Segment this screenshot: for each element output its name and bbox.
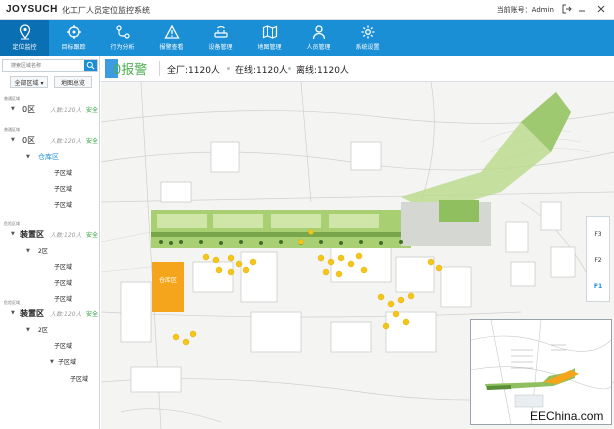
- nav-label: 报警查看: [159, 44, 184, 51]
- expand-arrow-icon[interactable]: ▼: [26, 248, 30, 254]
- status-safe: 安全: [86, 232, 99, 239]
- tree-node-region[interactable]: 0区: [22, 104, 35, 115]
- warning-icon: [163, 24, 180, 39]
- tree-node-zone[interactable]: 2区: [38, 246, 48, 255]
- nav-behavior-analysis[interactable]: 行为分析: [98, 20, 147, 56]
- expand-arrow-icon[interactable]: ▼: [50, 359, 54, 365]
- nav-location-monitor[interactable]: 定位监控: [0, 20, 49, 56]
- alarm-count[interactable]: 0报警: [113, 59, 147, 78]
- tree-node-subregion[interactable]: 子区域: [54, 262, 72, 271]
- router-icon: [213, 26, 228, 38]
- close-icon[interactable]: [596, 4, 606, 14]
- people-count: 人数:120人: [50, 311, 82, 318]
- people-count: 人数:120人: [50, 107, 82, 114]
- nav-target-tracking[interactable]: 目标跟踪: [49, 20, 98, 56]
- route-icon: [115, 25, 130, 39]
- section-label: 普通区域: [4, 127, 20, 132]
- people-count: 人数:120人: [50, 138, 82, 145]
- search-input[interactable]: [3, 60, 81, 72]
- tree-node-region[interactable]: 0区: [22, 135, 35, 146]
- nav-label: 人员管理: [306, 44, 331, 51]
- search-button[interactable]: [84, 60, 97, 71]
- nav-label: 系统设置: [355, 44, 380, 51]
- nav-alarm-view[interactable]: 报警查看: [147, 20, 196, 56]
- tree-node-subregion[interactable]: 子区域: [70, 374, 88, 383]
- people-count: 人数:120人: [50, 232, 82, 239]
- offline-count: 离线:1120人: [296, 66, 349, 76]
- location-pin-icon: [19, 24, 30, 40]
- expand-arrow-icon[interactable]: ▼: [11, 231, 15, 237]
- title-bar: JOYSUCH 化工厂人员定位监控系统 当前账号：Admin: [0, 0, 614, 20]
- tree-node-subregion[interactable]: 子区域: [54, 200, 72, 209]
- tree-node-zone[interactable]: 2区: [38, 325, 48, 334]
- status-safe: 安全: [86, 311, 99, 318]
- expand-arrow-icon[interactable]: ▼: [11, 310, 15, 316]
- divider: [159, 61, 160, 76]
- tree-node-subregion[interactable]: 子区域: [54, 294, 72, 303]
- crosshair-icon: [66, 25, 81, 39]
- tree-node-device-area[interactable]: 装置区: [20, 229, 44, 240]
- section-label: 危险区域: [4, 300, 20, 305]
- watermark: EEChina.com: [530, 409, 604, 423]
- expand-arrow-icon[interactable]: ▼: [26, 154, 30, 160]
- floor-f1[interactable]: F1: [587, 283, 609, 290]
- person-icon: [312, 25, 325, 40]
- section-label: 普通区域: [4, 96, 20, 101]
- nav-label: 行为分析: [110, 44, 135, 51]
- nav-map-management[interactable]: 地图管理: [245, 20, 294, 56]
- expand-arrow-icon[interactable]: ▼: [11, 106, 15, 112]
- floor-selector: F3 F2 F1: [586, 216, 610, 302]
- nav-device-management[interactable]: 设备管理: [196, 20, 245, 56]
- minimize-icon[interactable]: [577, 4, 587, 14]
- expand-arrow-icon[interactable]: ▼: [11, 137, 15, 143]
- app-title: 化工厂人员定位监控系统: [62, 6, 150, 15]
- floor-f2[interactable]: F2: [587, 257, 609, 264]
- tree-node-subregion[interactable]: 子区域: [58, 357, 76, 366]
- search-icon: [86, 61, 95, 70]
- tree-node-subregion[interactable]: 子区域: [54, 278, 72, 287]
- all-regions-dropdown[interactable]: 全部区域 ▾: [10, 76, 48, 88]
- bullet-icon: [288, 67, 291, 70]
- status-safe: 安全: [86, 138, 99, 145]
- gear-icon: [361, 25, 374, 39]
- bullet-icon: [227, 67, 230, 70]
- tree-node-subregion[interactable]: 子区域: [54, 168, 72, 177]
- brand-logo: JOYSUCH: [6, 4, 58, 15]
- floor-f3[interactable]: F3: [587, 231, 609, 238]
- expand-arrow-icon[interactable]: ▼: [26, 327, 30, 333]
- online-count: 在线:1120人: [235, 66, 288, 76]
- tree-node-subregion[interactable]: 子区域: [54, 184, 72, 193]
- current-account: 当前账号：Admin: [496, 6, 554, 14]
- nav-personnel-management[interactable]: 人员管理: [294, 20, 343, 56]
- region-panel: 全部区域 ▾ 地图总览 普通区域 ▼ 0区 人数:120人 安全 普通区域 ▼ …: [0, 56, 100, 429]
- nav-label: 定位监控: [12, 44, 37, 51]
- nav-system-settings[interactable]: 系统设置: [343, 20, 392, 56]
- tree-node-subregion[interactable]: 子区域: [54, 341, 72, 350]
- nav-label: 设备管理: [208, 44, 233, 51]
- total-count: 全厂:1120人: [167, 66, 220, 76]
- tree-node-device-area[interactable]: 装置区: [20, 308, 44, 319]
- map-icon: [262, 25, 277, 39]
- main-nav: 定位监控 目标跟踪 行为分析 报警查看 设备管理 地图管理 人员管理 系统设置: [0, 20, 614, 56]
- nav-label: 目标跟踪: [61, 44, 86, 51]
- nav-label: 地图管理: [257, 44, 282, 51]
- map-overview-button[interactable]: 地图总览: [54, 76, 92, 88]
- status-safe: 安全: [86, 107, 99, 114]
- section-label: 危险区域: [4, 221, 20, 226]
- warehouse-label: 仓库区: [159, 276, 177, 284]
- tree-node-warehouse[interactable]: 仓库区: [38, 152, 59, 162]
- status-bar: 0报警 全厂:1120人 在线:1120人 离线:1120人: [101, 56, 614, 82]
- region-search: [2, 59, 98, 72]
- logout-icon[interactable]: [562, 4, 572, 14]
